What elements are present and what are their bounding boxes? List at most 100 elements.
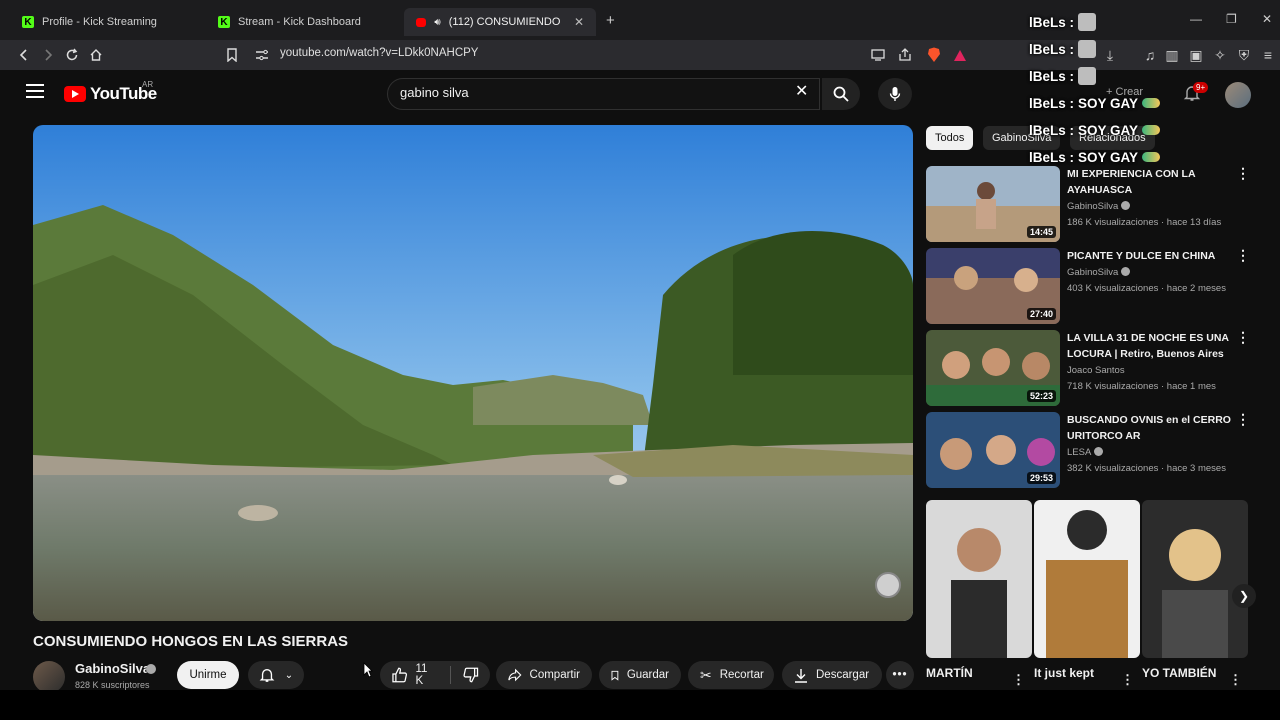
short-title: It just kept: [1034, 666, 1095, 680]
search-input[interactable]: [400, 85, 780, 100]
video-duration: 52:23: [1026, 390, 1056, 402]
recommendation-item[interactable]: 52:23 LA VILLA 31 DE NOCHE ES UNA LOCURA…: [926, 330, 1250, 406]
download-icon: [795, 668, 807, 683]
stream-chat-overlay: lBeLs : lBeLs : lBeLs : lBeLs : SOY GAY …: [1024, 8, 1280, 170]
like-icon[interactable]: [392, 667, 407, 683]
chip-all[interactable]: Todos: [926, 126, 974, 150]
clip-button[interactable]: ✂ Recortar: [688, 661, 774, 689]
share-button[interactable]: Compartir: [496, 661, 592, 689]
channel-avatar[interactable]: [33, 661, 65, 693]
more-vertical-icon[interactable]: ⋮: [1121, 672, 1134, 688]
youtube-play-icon: [64, 86, 86, 102]
verified-badge-icon: [1121, 267, 1131, 276]
emote-icon: [1142, 152, 1161, 162]
emote-icon: [1142, 125, 1161, 135]
clear-search-icon[interactable]: ✕: [795, 81, 808, 101]
chat-text: SOY GAY: [1078, 149, 1139, 165]
chat-text: SOY GAY: [1078, 122, 1139, 138]
search-button[interactable]: [822, 78, 860, 110]
back-icon[interactable]: [14, 45, 34, 65]
tab-youtube-video[interactable]: 🔊︎ (112) CONSUMIENDO HONG ✕: [404, 8, 596, 36]
channel-name: LESA: [1067, 447, 1104, 458]
tab-label: Profile - Kick Streaming: [42, 16, 157, 28]
reload-icon[interactable]: [62, 45, 82, 65]
video-meta: 718 K visualizaciones · hace 1 mes: [1067, 381, 1216, 392]
video-meta: 403 K visualizaciones · hace 2 meses: [1067, 283, 1226, 294]
tab-kick-dashboard[interactable]: K Stream - Kick Dashboard: [206, 8, 402, 36]
recommendation-item[interactable]: 29:53 BUSCANDO OVNIS en el CERRO URITORC…: [926, 412, 1250, 488]
close-tab-icon[interactable]: ✕: [574, 15, 584, 29]
video-player[interactable]: [33, 125, 913, 621]
share-icon: [508, 668, 522, 682]
video-thumbnail[interactable]: 52:23: [926, 330, 1060, 406]
share-label: Compartir: [529, 669, 580, 681]
more-vertical-icon[interactable]: ⋮: [1236, 248, 1250, 262]
like-count[interactable]: 11 K: [415, 663, 437, 687]
save-button[interactable]: Guardar: [599, 661, 681, 689]
subscription-bell-button[interactable]: ⌄: [248, 661, 304, 689]
share-page-icon[interactable]: [895, 45, 915, 65]
save-label: Guardar: [626, 669, 669, 681]
forward-icon[interactable]: [38, 45, 58, 65]
new-tab-button[interactable]: +: [606, 12, 615, 29]
cast-icon[interactable]: [868, 45, 888, 65]
chat-username: lBeLs :: [1029, 68, 1075, 84]
recommendation-item[interactable]: 14:45 MI EXPERIENCIA CON LA AYAHUASCA Ga…: [926, 166, 1250, 242]
more-vertical-icon[interactable]: ⋮: [1236, 330, 1250, 344]
hamburger-menu-icon[interactable]: [26, 84, 44, 98]
more-vertical-icon[interactable]: ⋮: [1236, 166, 1250, 180]
brave-rewards-icon[interactable]: [950, 45, 970, 65]
bookmark-icon[interactable]: [222, 45, 242, 65]
chat-message: lBeLs :: [1029, 10, 1097, 34]
chat-username: lBeLs :: [1029, 14, 1075, 30]
region-code: AR: [142, 80, 154, 89]
chat-message: lBeLs : SOY GAY: [1029, 118, 1161, 142]
emote-icon: [1078, 40, 1097, 58]
more-vertical-icon[interactable]: ⋮: [1236, 412, 1250, 426]
video-meta: 382 K visualizaciones · hace 3 meses: [1067, 463, 1226, 474]
chevron-right-icon[interactable]: ❯: [1232, 584, 1256, 608]
more-actions-button[interactable]: •••: [886, 661, 914, 689]
channel-name: Joaco Santos: [1067, 365, 1125, 376]
channel-name[interactable]: GabinoSilva: [75, 661, 150, 676]
url-field[interactable]: youtube.com/watch?v=LDkk0NAHCPY: [280, 47, 478, 59]
search-box[interactable]: [387, 78, 820, 110]
recommendation-item[interactable]: 27:40 PICANTE Y DULCE EN CHINA GabinoSil…: [926, 248, 1250, 324]
speaker-icon: 🔊︎: [434, 16, 441, 28]
channel-name: GabinoSilva: [1067, 267, 1131, 278]
site-info-icon[interactable]: [252, 45, 272, 65]
brave-shield-icon[interactable]: [924, 45, 944, 65]
chat-text: SOY GAY: [1078, 95, 1139, 111]
emote-icon: [1078, 13, 1097, 31]
more-vertical-icon[interactable]: ⋮: [1229, 672, 1242, 688]
verified-badge-icon: [146, 664, 156, 674]
join-button[interactable]: Unirme: [177, 661, 239, 689]
voice-search-button[interactable]: [878, 78, 912, 110]
more-horizontal-icon: •••: [892, 669, 908, 681]
home-icon[interactable]: [86, 45, 106, 65]
microphone-icon: [889, 87, 901, 101]
download-label: Descargar: [816, 669, 870, 681]
bottom-letterbox: [0, 690, 1280, 720]
short-thumbnail[interactable]: [926, 500, 1032, 658]
channel-name: GabinoSilva: [1067, 201, 1131, 212]
download-button[interactable]: Descargar: [782, 661, 882, 689]
emote-icon: [1078, 67, 1097, 85]
video-frame-landscape: [33, 125, 913, 621]
video-title: CONSUMIENDO HONGOS EN LAS SIERRAS: [33, 633, 349, 650]
short-title: YO TAMBIÉN: [1142, 666, 1217, 680]
tab-kick-profile[interactable]: K Profile - Kick Streaming: [10, 8, 206, 36]
video-thumbnail[interactable]: 29:53: [926, 412, 1060, 488]
channel-watermark[interactable]: [875, 572, 901, 598]
chat-message: lBeLs :: [1029, 37, 1097, 61]
short-thumbnail[interactable]: [1142, 500, 1248, 658]
video-thumbnail[interactable]: 14:45: [926, 166, 1060, 242]
chat-message: lBeLs : SOY GAY: [1029, 91, 1161, 115]
short-thumbnail[interactable]: [1034, 500, 1140, 658]
video-thumbnail[interactable]: 27:40: [926, 248, 1060, 324]
more-vertical-icon[interactable]: ⋮: [1012, 672, 1025, 688]
video-title: BUSCANDO OVNIS en el CERRO URITORCO AR: [1067, 414, 1231, 442]
dislike-icon[interactable]: [463, 667, 478, 683]
divider: [449, 666, 451, 684]
scissors-icon: ✂: [700, 666, 712, 683]
